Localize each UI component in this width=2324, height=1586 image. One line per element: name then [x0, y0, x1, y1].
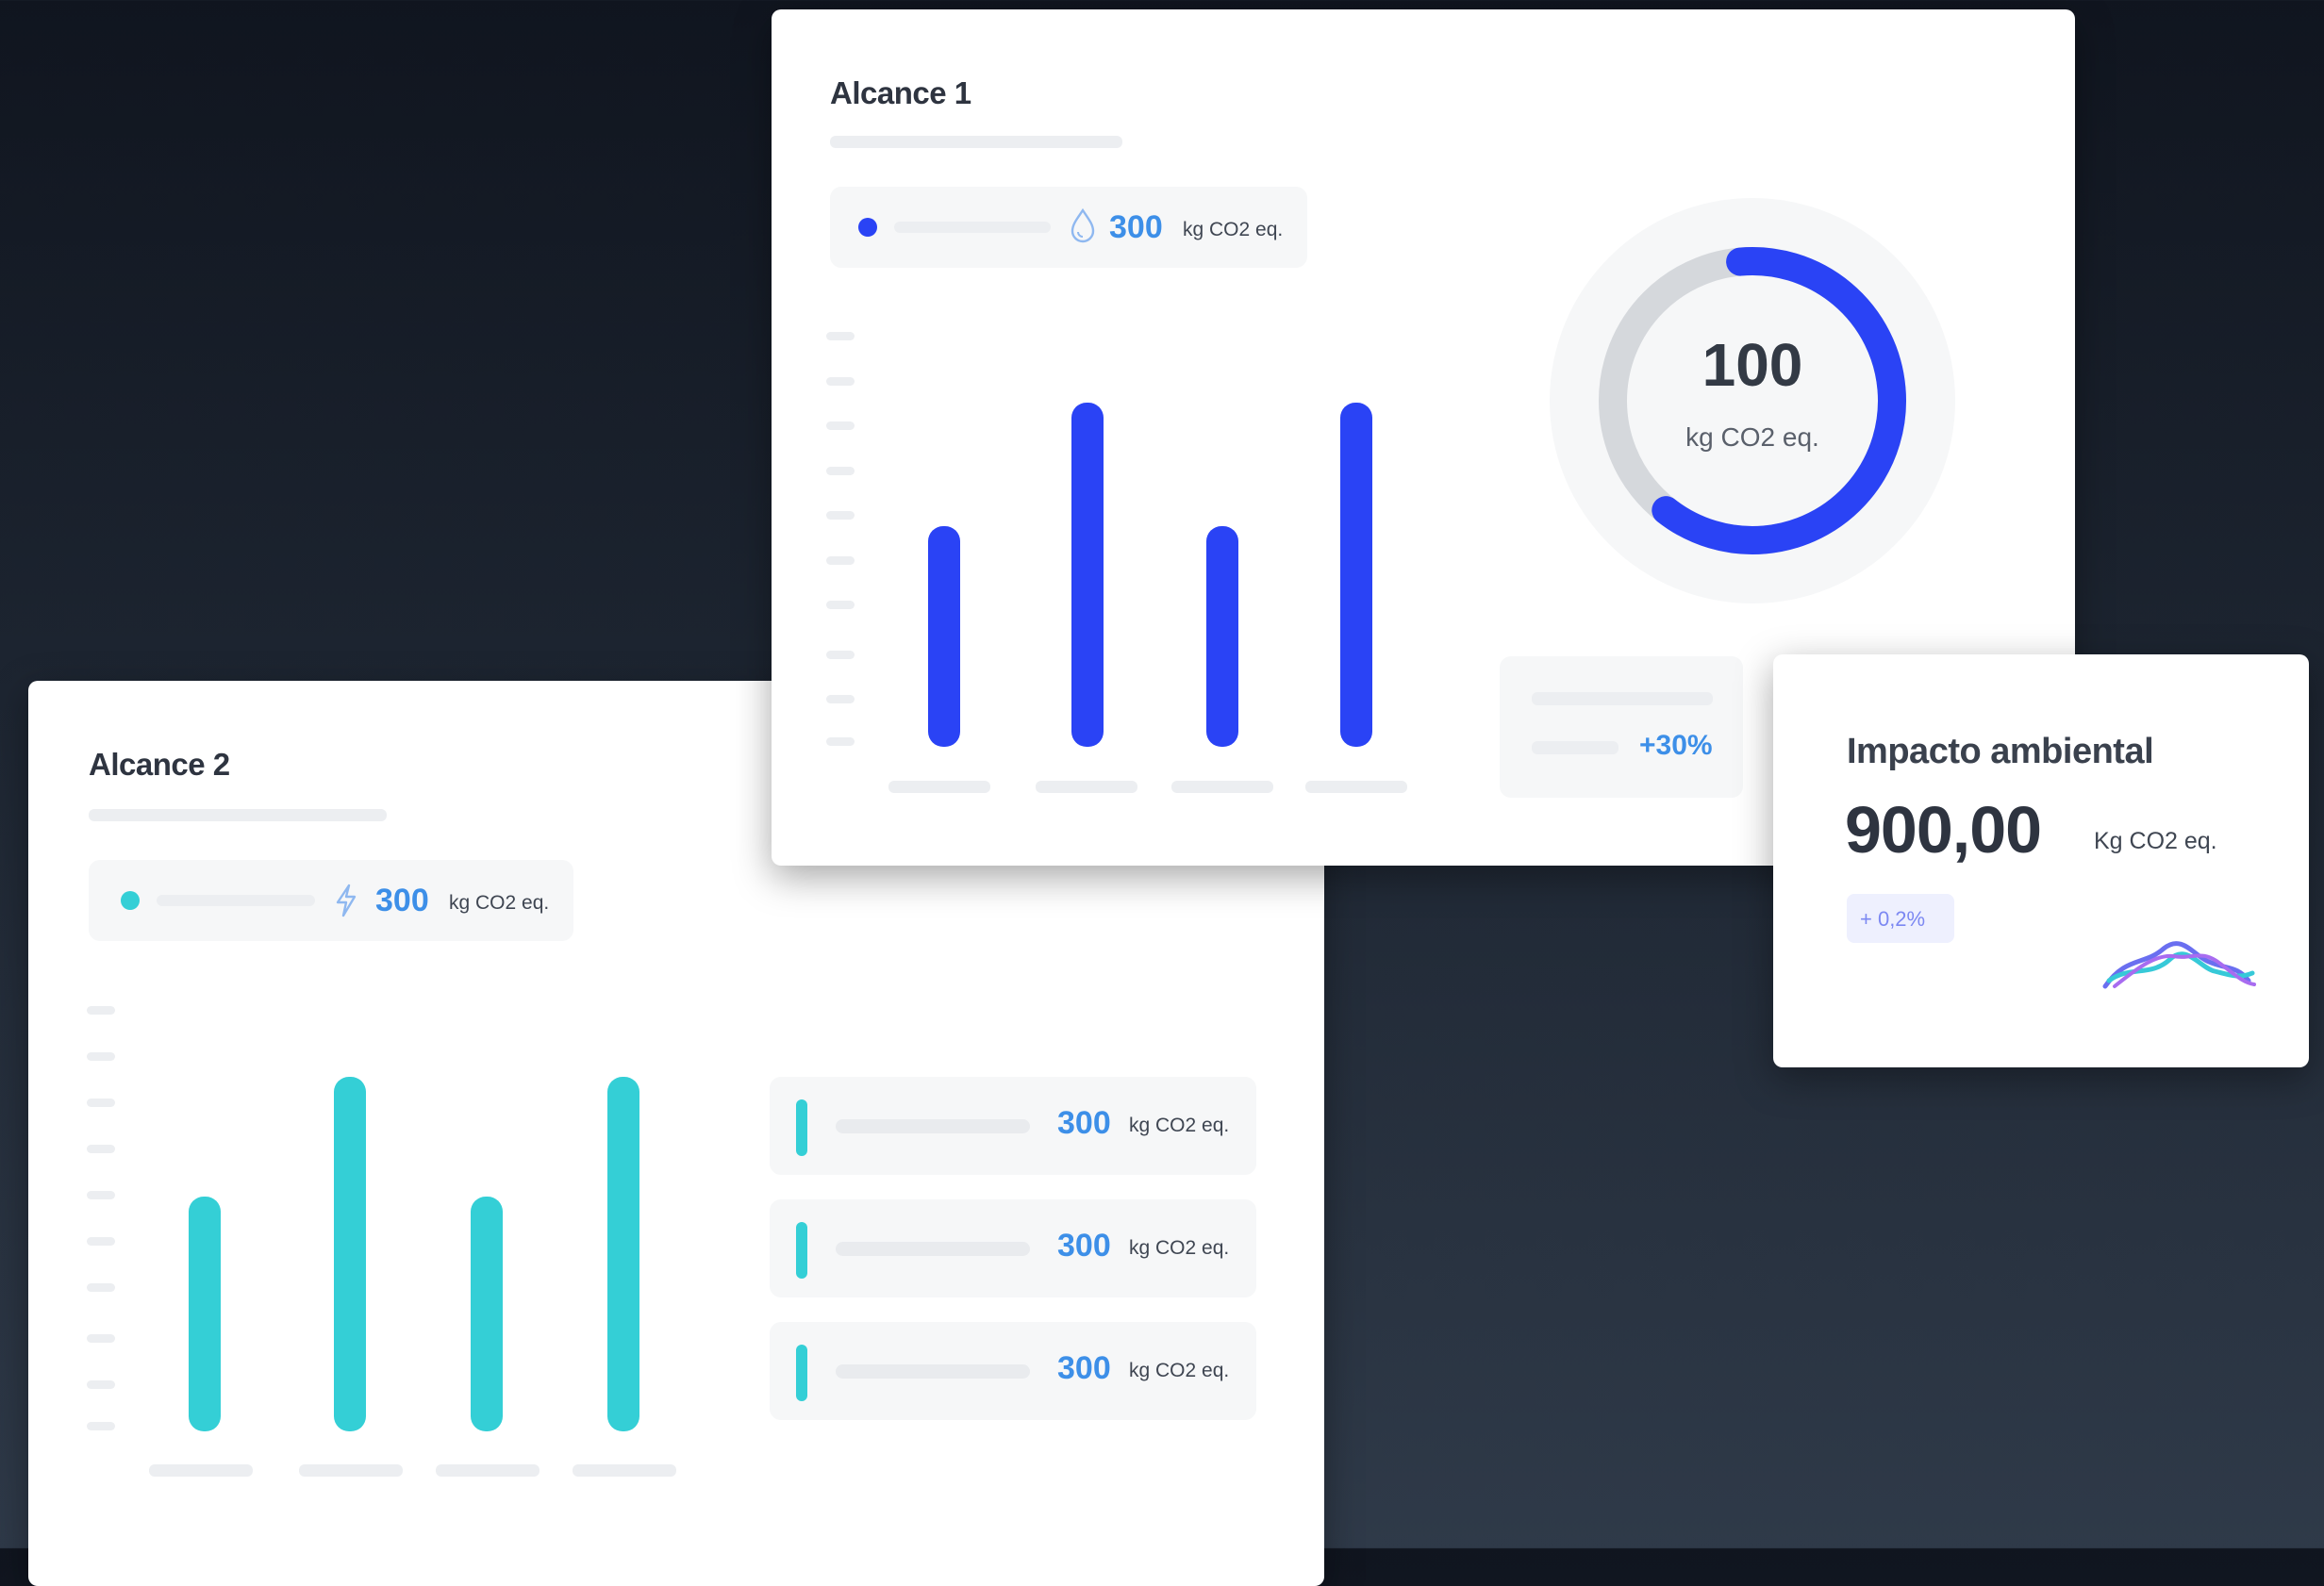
scope1-legend: 300 kg CO2 eq. [830, 187, 1307, 268]
x-label-placeholder [1305, 781, 1407, 793]
bar [1340, 403, 1372, 747]
y-tick [826, 421, 855, 430]
impact-value: 900,00 [1845, 793, 2042, 867]
x-label-placeholder [149, 1464, 253, 1477]
change-label-placeholder [1532, 692, 1713, 705]
scope2-legend-unit: kg CO2 eq. [449, 892, 550, 914]
y-tick [826, 737, 855, 746]
row-value: 300 [1057, 1350, 1111, 1386]
y-tick [87, 1006, 115, 1015]
scope2-title: Alcance 2 [89, 747, 230, 782]
scope1-legend-line [894, 222, 1051, 233]
y-tick [826, 695, 855, 703]
x-label-placeholder [1036, 781, 1137, 793]
scope2-list-row[interactable]: 300 kg CO2 eq. [770, 1322, 1256, 1420]
y-tick [826, 467, 855, 475]
row-accent [796, 1099, 807, 1156]
y-tick [826, 556, 855, 565]
y-tick [87, 1422, 115, 1430]
row-accent [796, 1345, 807, 1401]
x-label-placeholder [573, 1464, 676, 1477]
bar [607, 1077, 639, 1431]
scope2-subtitle-placeholder [89, 809, 387, 821]
y-tick [826, 511, 855, 520]
scope1-legend-unit: kg CO2 eq. [1183, 219, 1284, 240]
y-tick [87, 1334, 115, 1343]
x-label-placeholder [888, 781, 990, 793]
bar [189, 1197, 221, 1431]
scope2-legend: 300 kg CO2 eq. [89, 860, 573, 941]
sparkline-icon [2102, 941, 2256, 989]
bar [1071, 403, 1104, 747]
x-label-placeholder [1171, 781, 1273, 793]
y-tick [826, 601, 855, 609]
bar [334, 1077, 366, 1431]
bar [1206, 526, 1238, 747]
row-unit: kg CO2 eq. [1129, 1360, 1230, 1381]
y-tick [87, 1099, 115, 1107]
impact-title: Impacto ambiental [1847, 732, 2154, 771]
row-label-placeholder [836, 1364, 1030, 1379]
change-value: +30% [1639, 730, 1713, 761]
scope1-legend-value: 300 [1109, 209, 1163, 245]
scope2-legend-value: 300 [375, 883, 429, 918]
y-tick [87, 1145, 115, 1153]
row-unit: kg CO2 eq. [1129, 1115, 1230, 1136]
x-label-placeholder [299, 1464, 403, 1477]
y-tick [87, 1191, 115, 1199]
scope2-legend-dot [121, 891, 140, 910]
y-tick [826, 651, 855, 659]
y-tick [87, 1380, 115, 1389]
bar [928, 526, 960, 747]
row-label-placeholder [836, 1242, 1030, 1256]
change-sub-placeholder [1532, 741, 1618, 754]
row-value: 300 [1057, 1105, 1111, 1141]
bar [471, 1197, 503, 1431]
impact-unit: Kg CO2 eq. [2094, 828, 2217, 854]
impact-card: Impacto ambiental 900,00 Kg CO2 eq. + 0,… [1773, 654, 2309, 1067]
impact-change-badge: + 0,2% [1847, 894, 1954, 943]
bolt-icon [334, 884, 358, 922]
row-accent [796, 1222, 807, 1279]
y-tick [826, 377, 855, 386]
row-label-placeholder [836, 1119, 1030, 1133]
scope2-list-row[interactable]: 300 kg CO2 eq. [770, 1077, 1256, 1175]
y-tick [87, 1052, 115, 1061]
scope1-donut [1599, 247, 1906, 554]
donut-value: 100 [1702, 331, 1803, 399]
y-tick [87, 1237, 115, 1246]
x-label-placeholder [436, 1464, 540, 1477]
y-tick [826, 332, 855, 340]
donut-unit: kg CO2 eq. [1685, 422, 1819, 452]
scope2-legend-line [157, 895, 315, 906]
drop-icon [1070, 207, 1096, 248]
y-tick [87, 1283, 115, 1292]
row-value: 300 [1057, 1228, 1111, 1264]
scope2-list-row[interactable]: 300 kg CO2 eq. [770, 1199, 1256, 1297]
scope1-change-box: +30% [1500, 656, 1743, 798]
row-unit: kg CO2 eq. [1129, 1237, 1230, 1259]
scope1-legend-dot [858, 218, 877, 237]
scope1-title: Alcance 1 [830, 75, 971, 110]
impact-change: + 0,2% [1860, 907, 1926, 931]
scope1-subtitle-placeholder [830, 136, 1122, 148]
